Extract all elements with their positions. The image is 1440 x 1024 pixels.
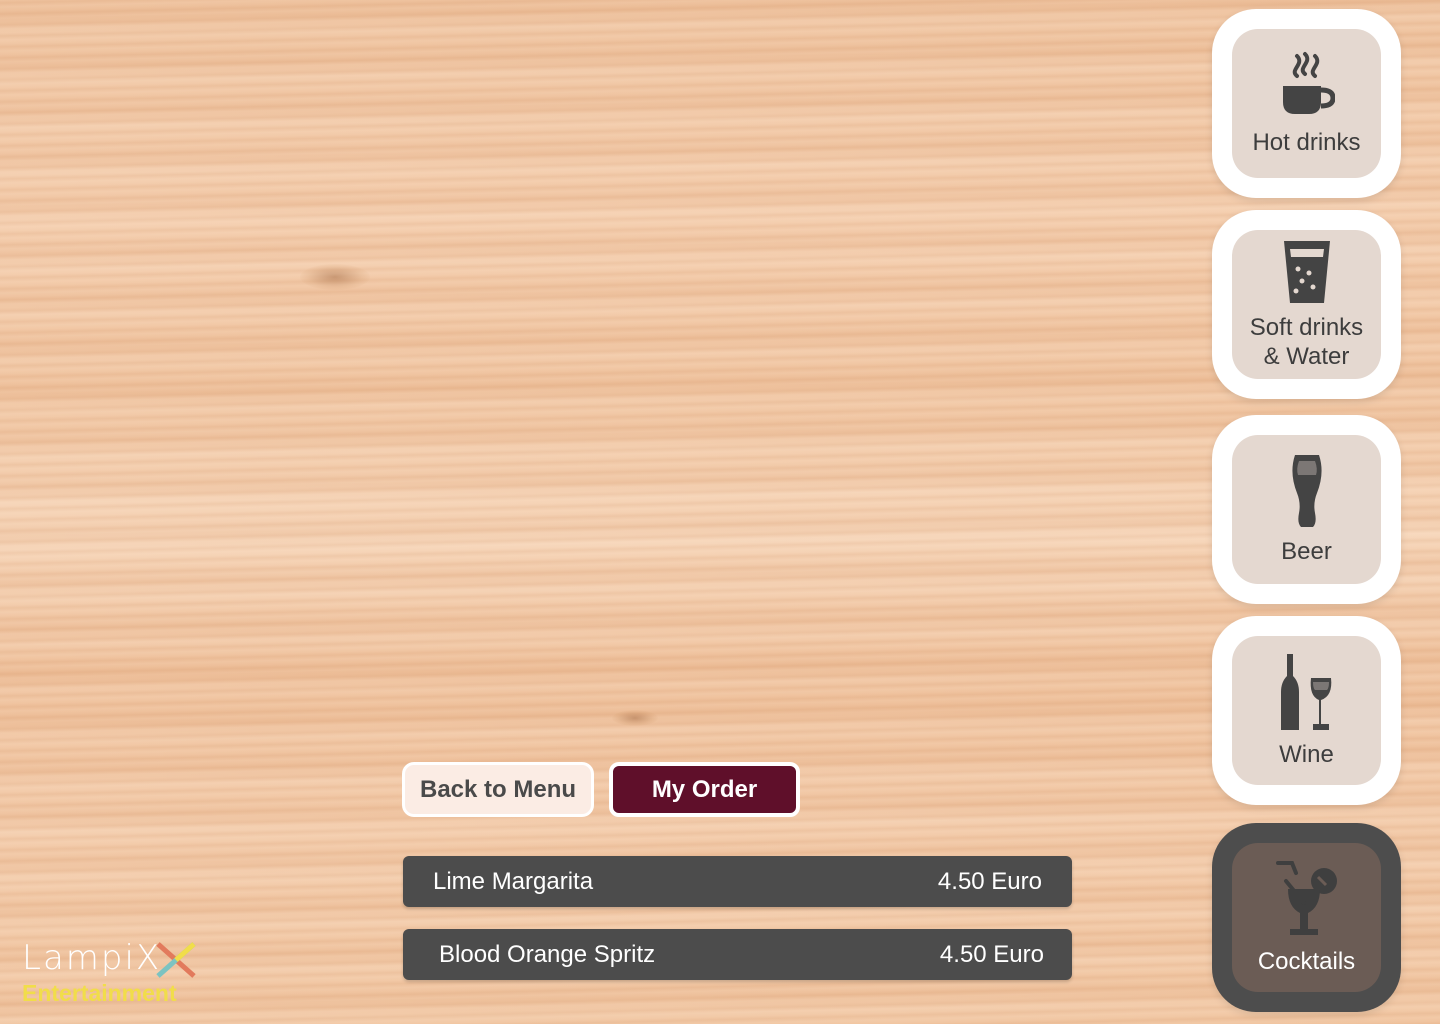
order-item-price: 4.50 Euro [937,867,1042,895]
soda-glass-icon [1283,240,1330,303]
logo-x-icon [156,942,196,978]
beer-glass-icon [1291,455,1322,527]
back-to-menu-button[interactable]: Back to Menu [402,762,594,817]
my-order-button[interactable]: My Order [609,762,800,817]
category-label: Beer [1281,538,1332,565]
category-label: Wine [1279,741,1334,768]
category-soft-drinks[interactable]: Soft drinks & Water [1212,210,1401,399]
category-cocktails[interactable]: Cocktails [1212,823,1401,1012]
cocktail-glass-icon [1275,861,1337,935]
order-item-name: Lime Margarita [433,867,594,895]
coffee-cup-icon [1282,52,1335,114]
category-wine[interactable]: Wine [1212,616,1401,805]
order-item-price: 4.50 Euro [939,940,1044,968]
category-hot-drinks[interactable]: Hot drinks [1212,9,1401,198]
order-item-name: Blood Orange Spritz [439,940,656,968]
category-label: Soft drinks & Water [1249,313,1364,370]
order-item-row[interactable]: Lime Margarita 4.50 Euro [403,856,1072,907]
logo-subtitle: Entertainment [22,980,177,1006]
wood-knot [300,264,370,290]
category-beer[interactable]: Beer [1212,415,1401,604]
order-item-row[interactable]: Blood Orange Spritz 4.50 Euro [403,929,1072,980]
logo-wordmark: LampiX [22,938,162,978]
wood-knot [612,710,658,726]
category-label: Cocktails [1257,948,1356,975]
wine-bottle-glass-icon [1280,654,1331,730]
lampix-logo: LampiX Entertainment [22,938,202,1010]
category-label: Hot drinks [1252,129,1361,156]
